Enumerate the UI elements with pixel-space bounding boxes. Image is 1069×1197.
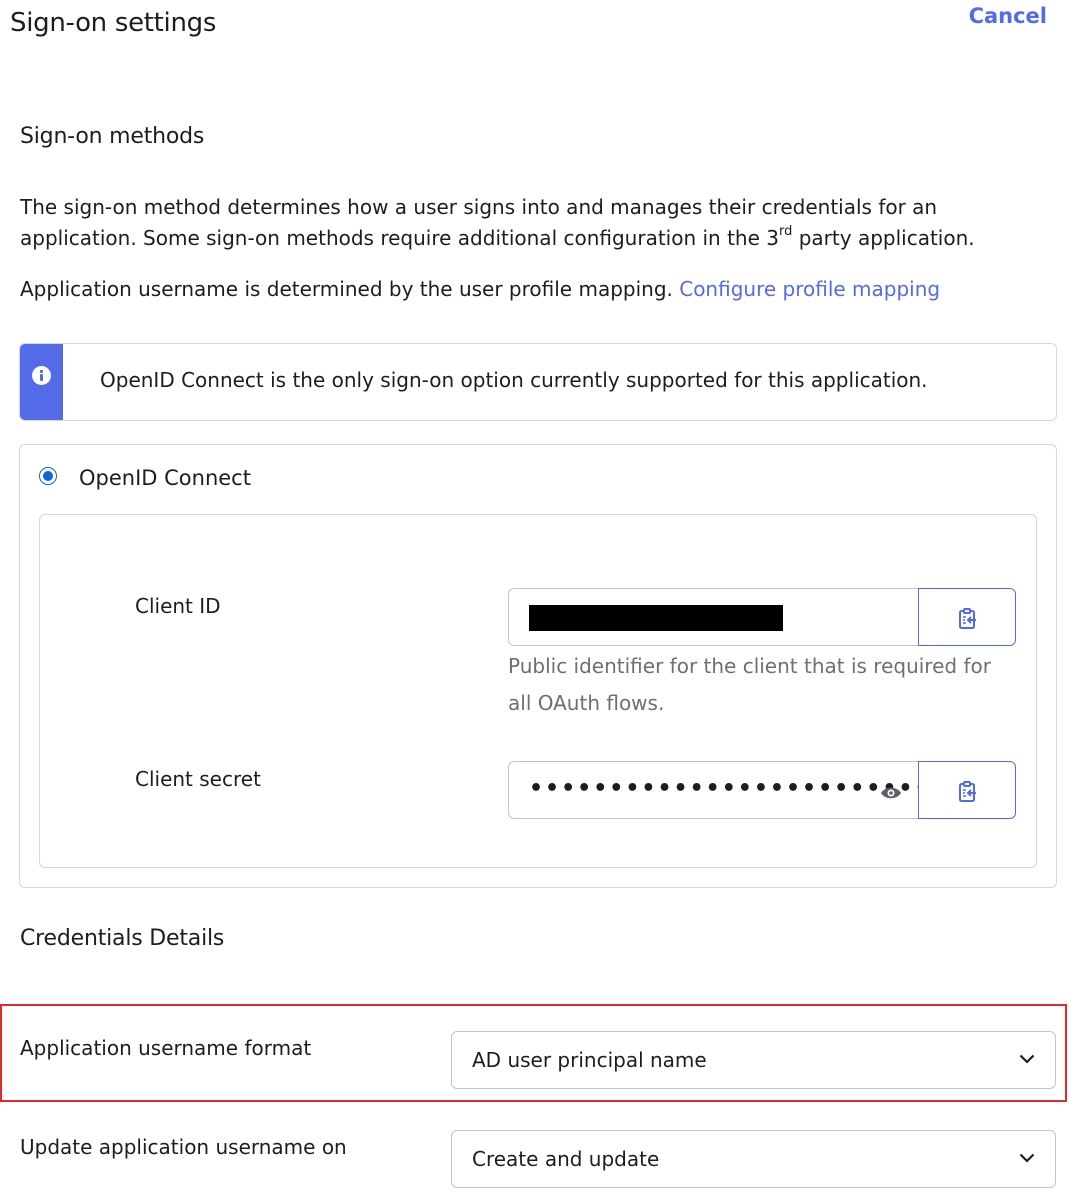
username-format-select[interactable]: AD user principal name	[451, 1031, 1056, 1089]
client-id-help: Public identifier for the client that is…	[508, 654, 991, 715]
clipboard-icon	[959, 781, 976, 802]
redacted-client-id	[529, 605, 783, 631]
configure-profile-mapping-link[interactable]: Configure profile mapping	[679, 277, 940, 301]
sign-on-description: The sign-on method determines how a user…	[20, 195, 975, 250]
client-secret-label: Client secret	[135, 767, 261, 791]
info-callout: OpenID Connect is the only sign-on optio…	[19, 343, 1057, 421]
username-format-label: Application username format	[20, 1036, 312, 1060]
openid-connect-label[interactable]: OpenID Connect	[79, 466, 251, 490]
cancel-button[interactable]: Cancel	[969, 4, 1047, 28]
sign-on-methods-heading: Sign-on methods	[20, 124, 205, 149]
credentials-details-heading: Credentials Details	[20, 926, 225, 951]
eye-icon[interactable]	[880, 786, 902, 800]
callout-stripe	[20, 344, 63, 420]
client-secret-masked: ••••••••••••••••••••••••••••	[529, 776, 979, 801]
client-id-field[interactable]	[508, 588, 918, 646]
clipboard-icon	[959, 608, 976, 629]
chevron-down-icon	[1019, 1153, 1035, 1163]
client-id-label: Client ID	[135, 594, 221, 618]
info-icon	[32, 366, 51, 385]
callout-text: OpenID Connect is the only sign-on optio…	[100, 368, 928, 392]
client-secret-field[interactable]: ••••••••••••••••••••••••••••	[508, 761, 977, 819]
copy-client-secret-button[interactable]	[918, 761, 1016, 819]
page-title: Sign-on settings	[10, 8, 217, 38]
update-on-value: Create and update	[472, 1147, 660, 1171]
username-note: Application username is determined by th…	[20, 277, 941, 301]
update-on-label: Update application username on	[20, 1135, 347, 1159]
update-on-select[interactable]: Create and update	[451, 1130, 1056, 1188]
copy-client-id-button[interactable]	[918, 588, 1016, 646]
chevron-down-icon	[1019, 1054, 1035, 1064]
openid-connect-radio[interactable]	[39, 467, 57, 485]
username-format-value: AD user principal name	[472, 1048, 707, 1072]
